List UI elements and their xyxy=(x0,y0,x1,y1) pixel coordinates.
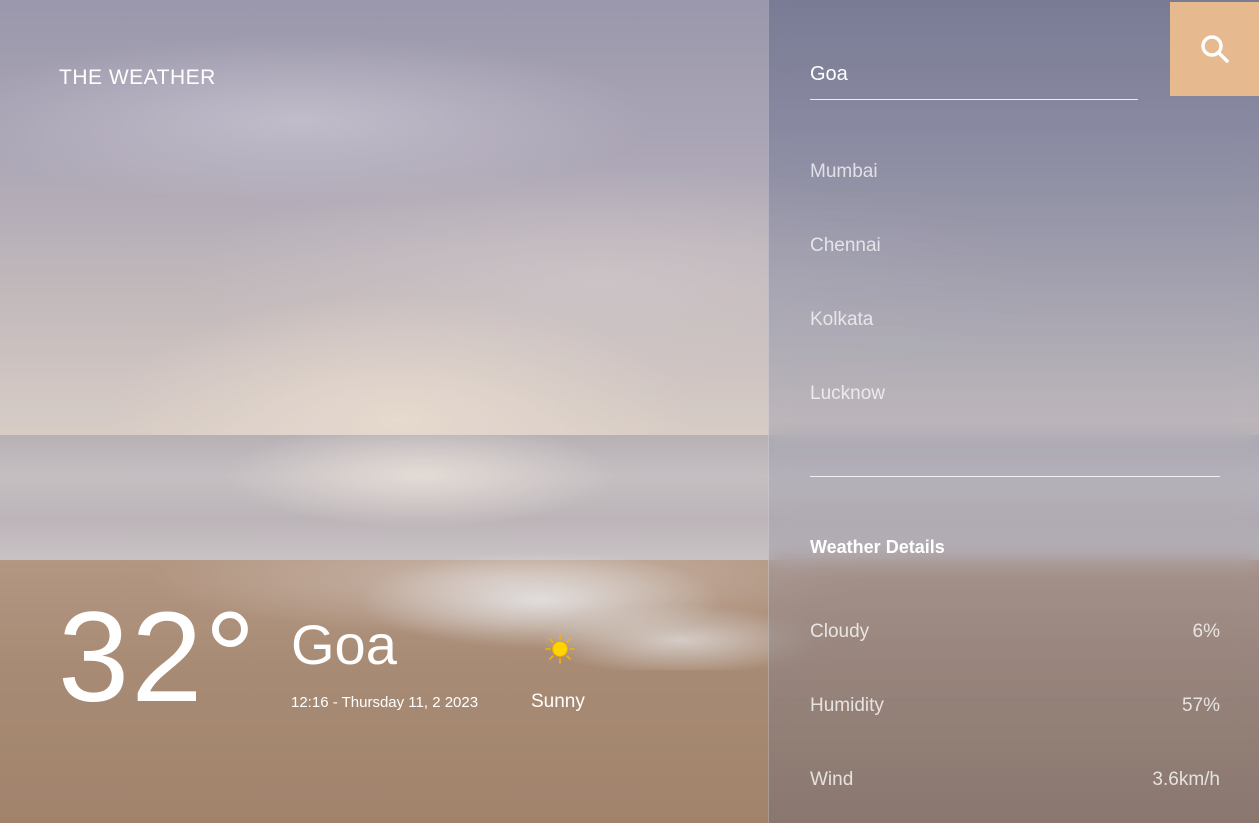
city-list: Mumbai Chennai Kolkata Lucknow xyxy=(810,158,885,454)
divider xyxy=(810,476,1220,477)
detail-label: Wind xyxy=(810,769,854,790)
detail-label: Cloudy xyxy=(810,621,870,642)
temperature-value: 32° xyxy=(58,586,258,729)
condition-label: Sunny xyxy=(531,691,585,712)
detail-label: Humidity xyxy=(810,695,884,716)
search-input[interactable] xyxy=(810,58,1138,90)
brand-title: THE WEATHER xyxy=(59,66,216,89)
current-city-name: Goa xyxy=(291,613,397,676)
detail-value: 3.6km/h xyxy=(1152,769,1220,790)
sun-icon xyxy=(545,634,575,664)
weather-details-heading: Weather Details xyxy=(810,537,945,557)
detail-value: 57% xyxy=(1181,695,1220,716)
city-item-lucknow[interactable]: Lucknow xyxy=(810,380,885,454)
search-icon xyxy=(1201,35,1229,63)
search-field xyxy=(810,58,1138,100)
city-item-kolkata[interactable]: Kolkata xyxy=(810,306,885,380)
city-item-chennai[interactable]: Chennai xyxy=(810,232,885,306)
search-button[interactable] xyxy=(1170,2,1259,96)
city-item-mumbai[interactable]: Mumbai xyxy=(810,158,885,232)
detail-row-wind: Wind 3.6km/h xyxy=(810,769,1220,791)
detail-row-cloudy: Cloudy 6% xyxy=(810,621,1220,643)
current-city-block: Goa 12:16 - Thursday 11, 2 2023 xyxy=(291,612,478,711)
detail-value: 6% xyxy=(1192,621,1220,642)
current-datetime: 12:16 - Thursday 11, 2 2023 xyxy=(291,694,479,711)
side-panel: Mumbai Chennai Kolkata Lucknow Weather D… xyxy=(768,0,1259,823)
detail-row-humidity: Humidity 57% xyxy=(810,695,1220,717)
